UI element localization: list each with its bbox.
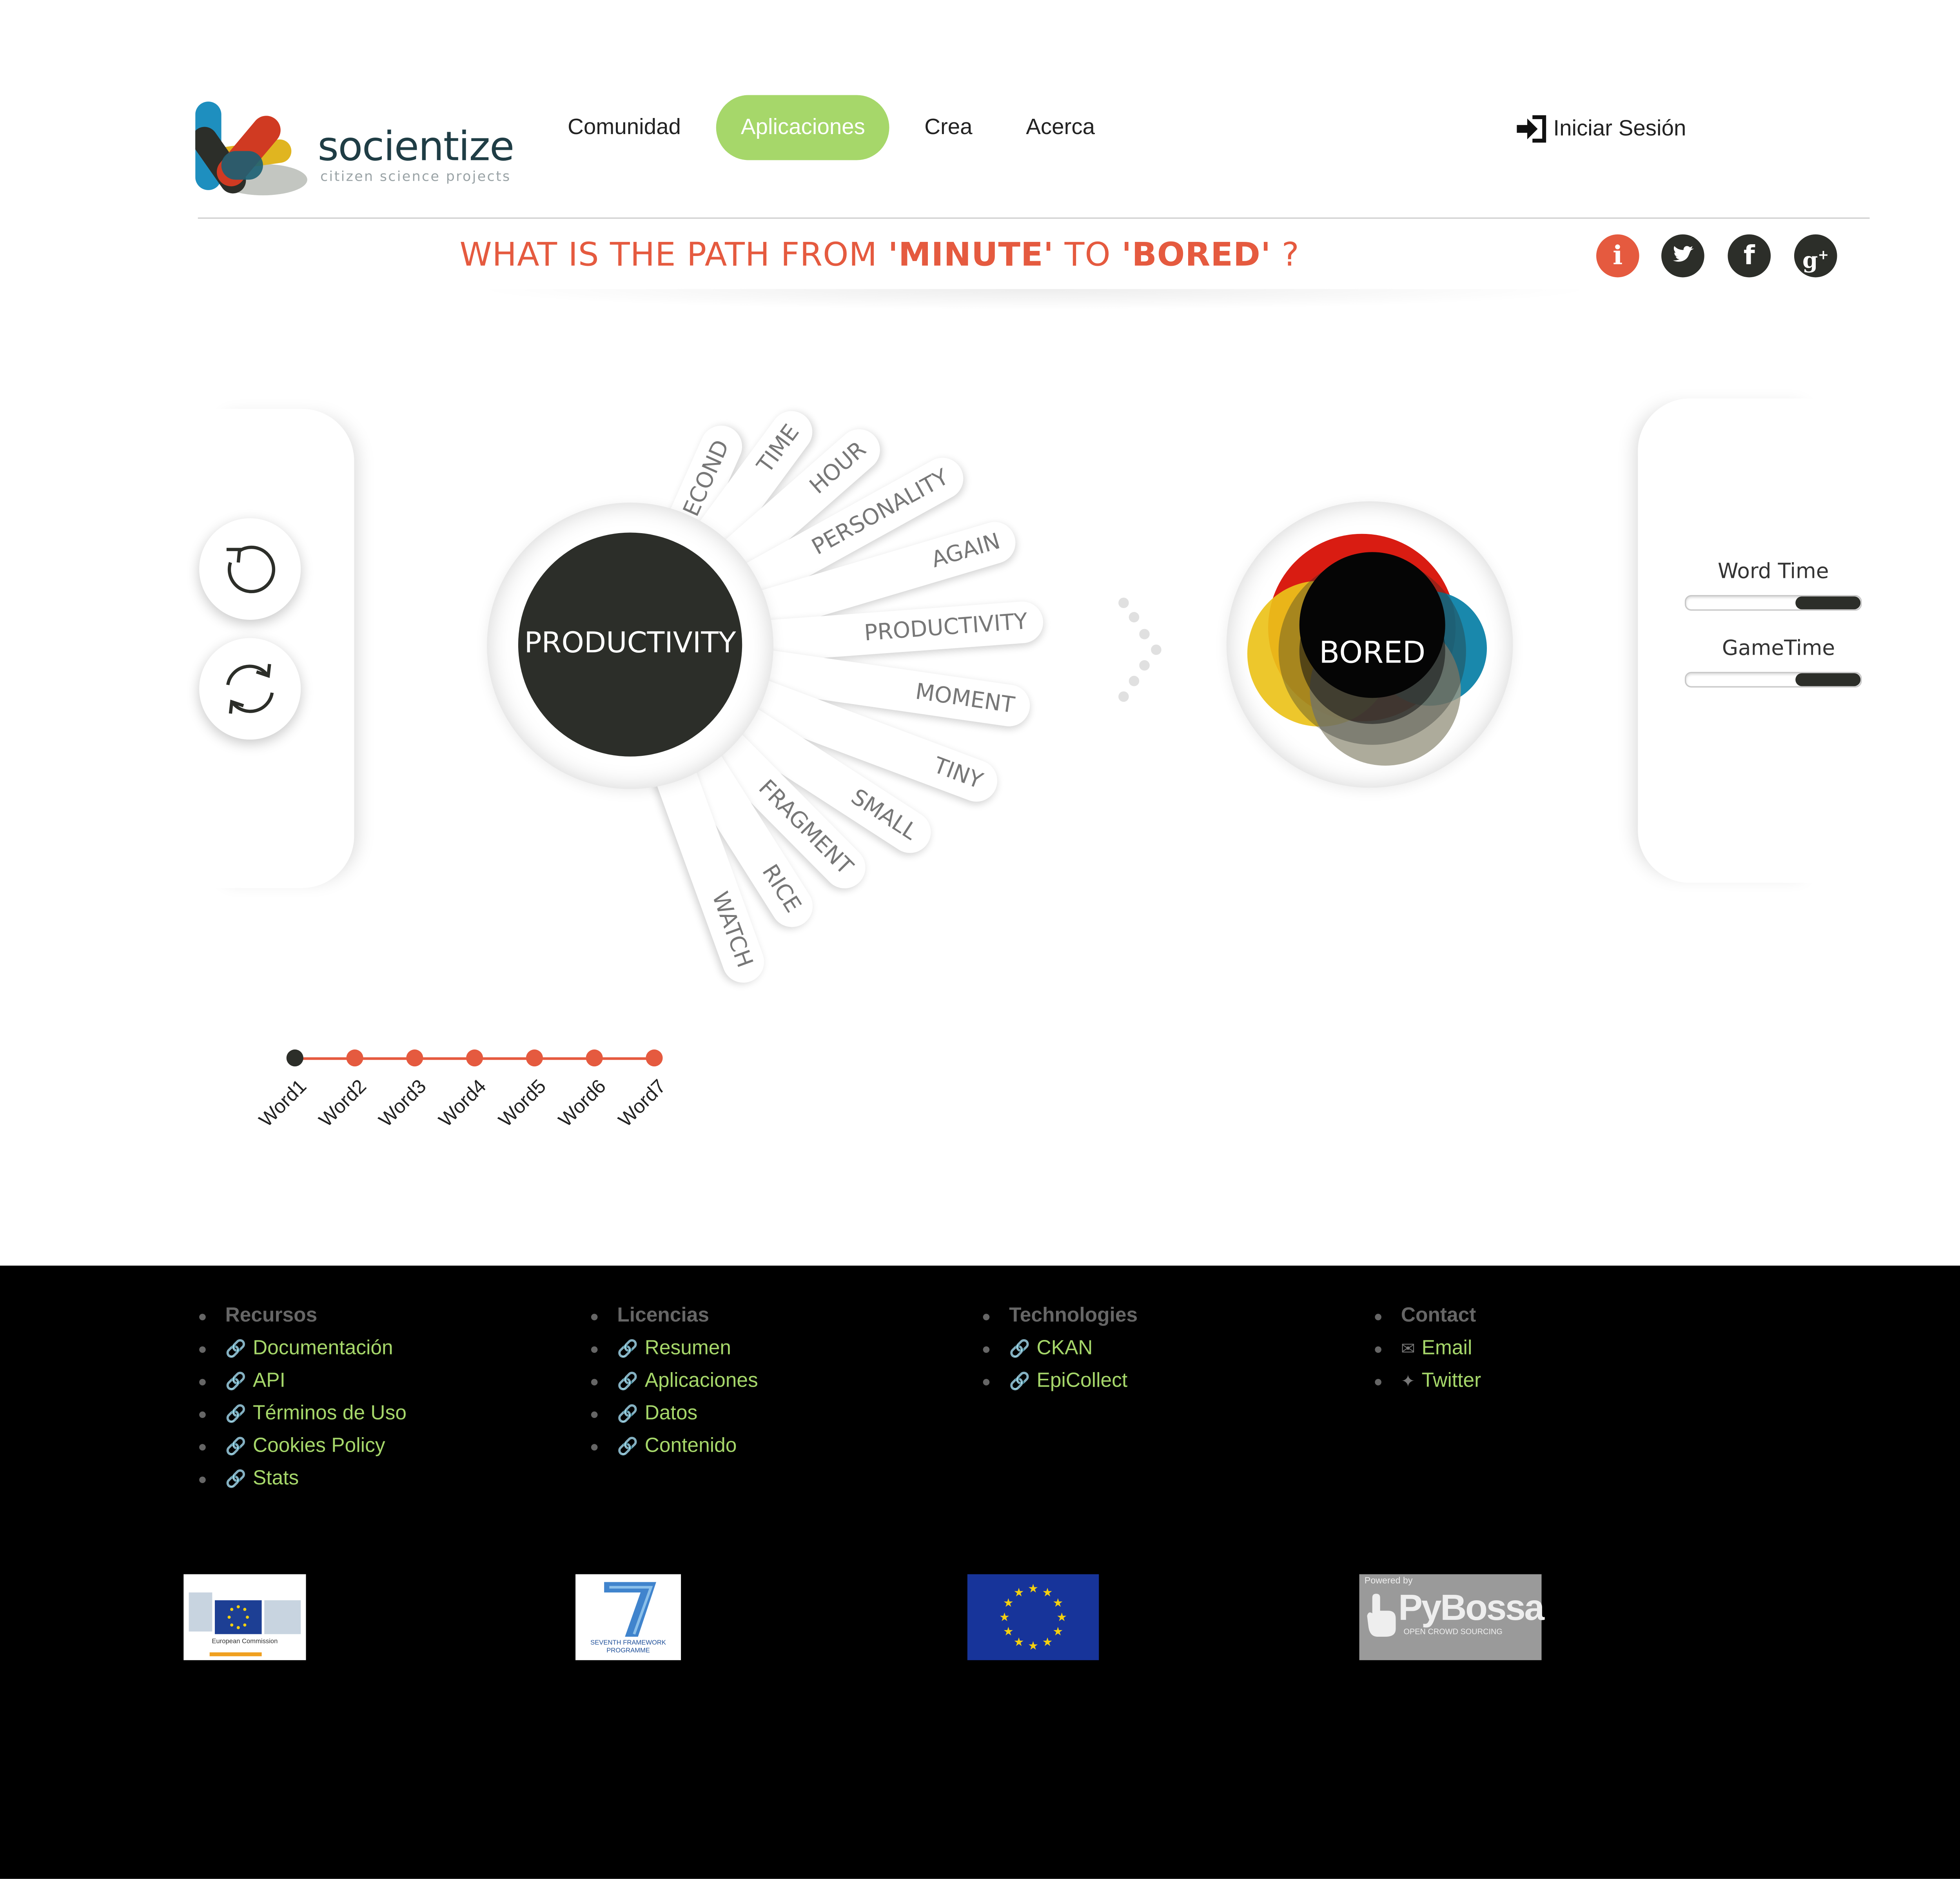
path-step-dot[interactable] xyxy=(466,1049,483,1067)
eu-star-icon: ★ xyxy=(1042,1586,1053,1599)
ec-emblem-icon xyxy=(189,1592,301,1656)
footer-heading: Recursos xyxy=(199,1300,407,1332)
eu-star-icon: ★ xyxy=(1028,1639,1038,1652)
footer-link-label: Twitter xyxy=(1421,1370,1481,1392)
link-icon: 🔗 xyxy=(617,1338,639,1358)
path-step-dot[interactable] xyxy=(586,1049,603,1067)
word-option-label: PRODUCTIVITY xyxy=(863,609,1029,647)
footer-link-twitter[interactable]: ✦ Twitter xyxy=(1375,1365,1481,1397)
footer-link-documentacion[interactable]: 🔗 Documentación xyxy=(199,1332,407,1365)
pybossa-logo[interactable]: Powered by PyBossa OPEN CROWD SOURCING xyxy=(1359,1574,1544,1660)
footer-link-label: API xyxy=(252,1370,285,1392)
footer-link-terminos[interactable]: 🔗 Términos de Uso xyxy=(199,1397,407,1430)
footer-link-aplicaciones[interactable]: 🔗 Aplicaciones xyxy=(591,1365,758,1397)
footer-link-epicollect[interactable]: 🔗 EpiCollect xyxy=(983,1365,1138,1397)
footer-link-label: Contenido xyxy=(644,1435,737,1457)
footer-heading: Contact xyxy=(1375,1300,1481,1332)
link-icon: 🔗 xyxy=(617,1371,639,1391)
footer-link-cookies[interactable]: 🔗 Cookies Policy xyxy=(199,1430,407,1462)
path-step-dot[interactable] xyxy=(346,1049,363,1067)
footer-link-label: Términos de Uso xyxy=(252,1402,407,1425)
footer-link-resumen[interactable]: 🔗 Resumen xyxy=(591,1332,758,1365)
fp7-caption: SEVENTH FRAMEWORK PROGRAMME xyxy=(590,1639,666,1655)
footer-link-label: Cookies Policy xyxy=(252,1435,385,1457)
eu-star-icon: ★ xyxy=(1053,1597,1063,1610)
footer-link-api[interactable]: 🔗 API xyxy=(199,1365,407,1397)
twitter-bird-icon: ✦ xyxy=(1401,1371,1416,1391)
footer-col-licencias: Licencias 🔗 Resumen 🔗 Aplicaciones 🔗 Datos … xyxy=(591,1300,758,1462)
word-option-label: WATCH xyxy=(706,888,757,971)
footer-link-label: Datos xyxy=(644,1402,698,1425)
word-option-label: AGAIN xyxy=(928,528,1004,574)
eu-flag-logo[interactable]: ★ ★ ★ ★ ★ ★ ★ ★ ★ ★ ★ ★ xyxy=(967,1574,1099,1660)
pybossa-sub: OPEN CROWD SOURCING xyxy=(1403,1629,1503,1637)
footer-heading: Licencias xyxy=(591,1300,758,1332)
path-step-dot[interactable] xyxy=(646,1049,663,1067)
eu-stars-icon: ★★★★★★★★★ ★ ★★ xyxy=(999,1582,1067,1652)
footer-col-recursos: Recursos 🔗 Documentación 🔗 API 🔗 Términos d… xyxy=(199,1300,407,1495)
footer-link-contenido[interactable]: 🔗 Contenido xyxy=(591,1430,758,1462)
footer-link-label: Resumen xyxy=(644,1337,731,1360)
eu-star-icon: ★ xyxy=(999,1611,1010,1624)
eu-star-icon: ★ xyxy=(1003,1625,1014,1638)
envelope-icon: ✉ xyxy=(1401,1338,1416,1358)
link-icon: 🔗 xyxy=(225,1371,247,1391)
link-icon: 🔗 xyxy=(225,1469,247,1489)
footer-link-ckan[interactable]: 🔗 CKAN xyxy=(983,1332,1138,1365)
target-word: BORED xyxy=(1319,637,1426,671)
path-step-dot[interactable] xyxy=(406,1049,423,1067)
path-step-dot[interactable] xyxy=(526,1049,543,1067)
link-icon: 🔗 xyxy=(1009,1371,1030,1391)
footer-link-label: Aplicaciones xyxy=(644,1370,758,1392)
ec-caption: European Commission xyxy=(212,1638,278,1646)
footer-link-label: Stats xyxy=(252,1467,299,1490)
word-option-label: TINY xyxy=(929,753,986,795)
eu-star-icon: ★ xyxy=(1003,1597,1014,1610)
footer-col-technologies: Technologies 🔗 CKAN 🔗 EpiCollect xyxy=(983,1300,1138,1397)
word-option-label: MOMENT xyxy=(913,679,1016,719)
word-option-label: RICE xyxy=(756,860,806,918)
link-icon: 🔗 xyxy=(617,1403,639,1423)
eu-star-icon: ★ xyxy=(1042,1636,1053,1648)
link-icon: 🔗 xyxy=(225,1338,247,1358)
footer-heading: Technologies xyxy=(983,1300,1138,1332)
pybossa-powered-by: Powered by xyxy=(1364,1577,1413,1586)
footer-link-label: Documentación xyxy=(252,1337,393,1360)
footer-link-label: Email xyxy=(1421,1337,1472,1360)
eu-star-icon: ★ xyxy=(1028,1582,1038,1595)
fp7-logo[interactable]: SEVENTH FRAMEWORK PROGRAMME xyxy=(575,1574,681,1660)
link-icon: 🔗 xyxy=(225,1436,247,1456)
footer-link-email[interactable]: ✉ Email xyxy=(1375,1332,1481,1365)
footer-link-datos[interactable]: 🔗 Datos xyxy=(591,1397,758,1430)
footer-link-label: CKAN xyxy=(1036,1337,1093,1360)
european-commission-logo[interactable]: European Commission xyxy=(183,1574,306,1660)
eu-star-icon: ★ xyxy=(1014,1636,1024,1648)
current-word: PRODUCTIVITY xyxy=(518,532,742,757)
eu-star-icon: ★ xyxy=(1014,1586,1024,1599)
pybossa-name: PyBossa xyxy=(1398,1587,1544,1628)
footer-link-stats[interactable]: 🔗 Stats xyxy=(199,1462,407,1495)
link-icon: 🔗 xyxy=(1009,1338,1030,1358)
word-options-fan: SECOND TIME HOUR PERSONALITY AGAIN PRODUCTIVI… xyxy=(0,0,1960,1172)
footer-col-contact: Contact ✉ Email ✦ Twitter xyxy=(1375,1300,1481,1397)
eu-star-icon: ★ xyxy=(1056,1611,1067,1624)
next-arrow-icon xyxy=(1118,597,1161,702)
eu-star-icon: ★ xyxy=(1053,1625,1063,1638)
path-step-dot[interactable] xyxy=(286,1049,303,1067)
link-icon: 🔗 xyxy=(225,1403,247,1423)
pybossa-hand-icon xyxy=(1367,1594,1396,1637)
footer-link-label: EpiCollect xyxy=(1036,1370,1128,1392)
link-icon: 🔗 xyxy=(617,1436,639,1456)
word-option-label: SMALL xyxy=(846,784,922,846)
word-option-label: HOUR xyxy=(805,437,872,500)
